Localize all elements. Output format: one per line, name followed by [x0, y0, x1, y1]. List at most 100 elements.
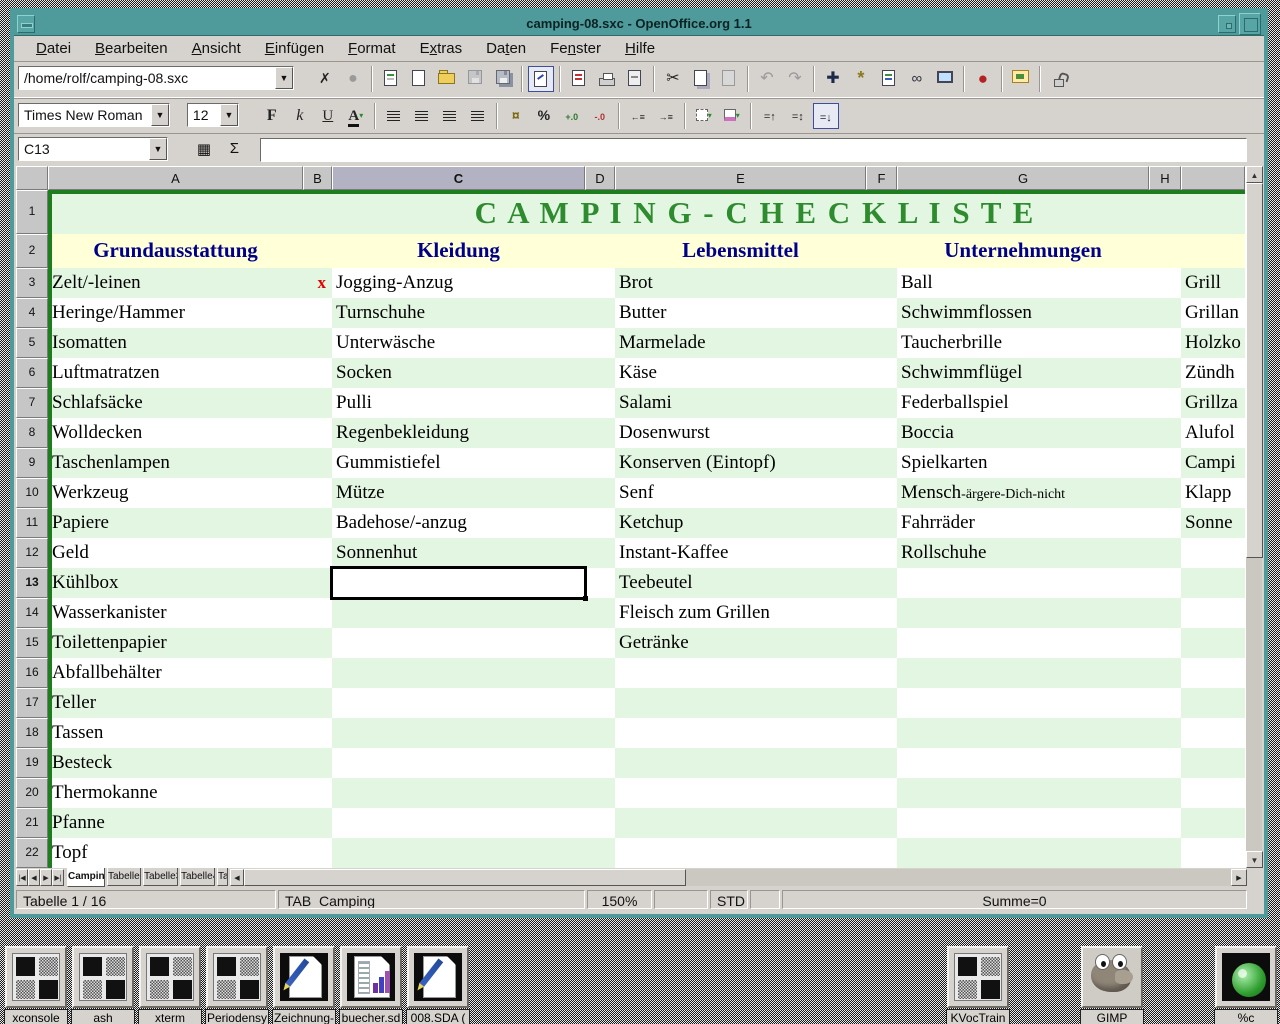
cell-I21[interactable]	[1181, 808, 1245, 838]
cell-F4[interactable]	[866, 298, 897, 328]
screen-icon[interactable]	[932, 66, 958, 92]
cell-H12[interactable]	[1149, 538, 1181, 568]
cell-G16[interactable]	[897, 658, 1149, 688]
border-icon[interactable]: ▾	[691, 103, 717, 129]
align-vcenter-icon[interactable]: =↕	[785, 103, 811, 129]
desktop-icon-xterm[interactable]: xterm	[138, 946, 202, 1024]
bold-icon[interactable]: F	[259, 103, 285, 129]
cell-E19[interactable]	[615, 748, 866, 778]
decrease-indent-icon[interactable]: ←≡	[625, 103, 651, 129]
icon-box[interactable]	[139, 946, 201, 1008]
cell-D22[interactable]	[585, 838, 615, 868]
column-header-D[interactable]: D	[585, 166, 615, 190]
cell-C4[interactable]: Turnschuhe	[332, 298, 585, 328]
cell-E21[interactable]	[615, 808, 866, 838]
cell-H5[interactable]	[1149, 328, 1181, 358]
save-icon[interactable]	[462, 66, 488, 92]
cell-C6[interactable]: Socken	[332, 358, 585, 388]
sheet-nav-last-icon[interactable]: ▶|	[52, 869, 64, 886]
cell-F18[interactable]	[866, 718, 897, 748]
row-header-16[interactable]: 16	[16, 658, 48, 688]
column-header-F[interactable]: F	[866, 166, 897, 190]
cell-I11[interactable]: Sonne	[1181, 508, 1245, 538]
menu-item-format[interactable]: Format	[336, 36, 408, 62]
row-header-15[interactable]: 15	[16, 628, 48, 658]
cell-I15[interactable]	[1181, 628, 1245, 658]
cell-E7[interactable]: Salami	[615, 388, 866, 418]
add-decimal-icon[interactable]: +.0	[559, 103, 585, 129]
row-header-6[interactable]: 6	[16, 358, 48, 388]
cell-G5[interactable]: Taucherbrille	[897, 328, 1149, 358]
cell-A13[interactable]: Kühlbox	[48, 568, 303, 598]
row-header-10[interactable]: 10	[16, 478, 48, 508]
save-all-icon[interactable]	[490, 66, 516, 92]
cell-G17[interactable]	[897, 688, 1149, 718]
cell-H7[interactable]	[1149, 388, 1181, 418]
cell-reference-dropdown-icon[interactable]: ▼	[149, 138, 167, 160]
cell-A14[interactable]: Wasserkanister	[48, 598, 303, 628]
column-header-H[interactable]: H	[1149, 166, 1181, 190]
cell-F10[interactable]	[866, 478, 897, 508]
maximize-button[interactable]	[1239, 13, 1261, 35]
menu-item-extras[interactable]: Extras	[408, 36, 475, 62]
cell-A4[interactable]: Heringe/Hammer	[48, 298, 303, 328]
cell-A3[interactable]: Zelt/-leinen	[48, 268, 303, 298]
align-center-icon[interactable]	[409, 103, 435, 129]
cell-H16[interactable]	[1149, 658, 1181, 688]
menu-item-hilfe[interactable]: Hilfe	[613, 36, 667, 62]
cell-A9[interactable]: Taschenlampen	[48, 448, 303, 478]
cell-C12[interactable]: Sonnenhut	[332, 538, 585, 568]
undo-icon[interactable]: ↶	[754, 66, 780, 92]
background-color-icon[interactable]: ▾	[719, 103, 745, 129]
cell-B17[interactable]	[303, 688, 332, 718]
cell-A20[interactable]: Thermokanne	[48, 778, 303, 808]
cell-E13[interactable]: Teebeutel	[615, 568, 866, 598]
row-header-1[interactable]: 1	[16, 190, 48, 234]
cell-H21[interactable]	[1149, 808, 1181, 838]
cell-E4[interactable]: Butter	[615, 298, 866, 328]
vertical-scrollbar[interactable]: ▲▼	[1245, 166, 1262, 868]
row-header-8[interactable]: 8	[16, 418, 48, 448]
cell-B15[interactable]	[303, 628, 332, 658]
cell-F15[interactable]	[866, 628, 897, 658]
cell-E14[interactable]: Fleisch zum Grillen	[615, 598, 866, 628]
cell-H10[interactable]	[1149, 478, 1181, 508]
cell-B7[interactable]	[303, 388, 332, 418]
cell-H15[interactable]	[1149, 628, 1181, 658]
cell-I18[interactable]	[1181, 718, 1245, 748]
icon-box[interactable]	[1215, 946, 1277, 1008]
desktop-icon-c[interactable]: %c	[1214, 946, 1278, 1024]
icon-box[interactable]	[407, 946, 469, 1008]
edit-file-icon[interactable]	[528, 66, 554, 92]
desktop-icon-gimp[interactable]: GIMP	[1080, 946, 1144, 1024]
select-all-corner[interactable]	[16, 166, 48, 190]
record-macro-icon[interactable]: ●	[970, 66, 996, 92]
cell-A22[interactable]: Topf	[48, 838, 303, 868]
font-size-combobox[interactable]: 12 ▼	[187, 103, 239, 127]
cell-H20[interactable]	[1149, 778, 1181, 808]
cell-C19[interactable]	[332, 748, 585, 778]
cell-D8[interactable]	[585, 418, 615, 448]
desktop-icon-kvoctrain[interactable]: KVocTrain	[946, 946, 1010, 1024]
cell-D13[interactable]	[585, 568, 615, 598]
cell-D21[interactable]	[585, 808, 615, 838]
cell-E12[interactable]: Instant-Kaffee	[615, 538, 866, 568]
cell-A18[interactable]: Tassen	[48, 718, 303, 748]
copy-icon[interactable]	[688, 66, 714, 92]
sheet-tab-tabelle4[interactable]: Tabelle4	[180, 868, 215, 886]
icon-box[interactable]	[947, 946, 1009, 1008]
cell-G10[interactable]: Mensch-ärgere-Dich-nicht	[897, 478, 1149, 508]
cell-D20[interactable]	[585, 778, 615, 808]
cell-A16[interactable]: Abfallbehälter	[48, 658, 303, 688]
cell-I7[interactable]: Grillza	[1181, 388, 1245, 418]
cell-F13[interactable]	[866, 568, 897, 598]
sheet-nav-next-icon[interactable]: ▶	[40, 869, 52, 886]
cell-I9[interactable]: Campi	[1181, 448, 1245, 478]
cell-F20[interactable]	[866, 778, 897, 808]
cell-D5[interactable]	[585, 328, 615, 358]
row-header-20[interactable]: 20	[16, 778, 48, 808]
cell-D12[interactable]	[585, 538, 615, 568]
cell-F7[interactable]	[866, 388, 897, 418]
cell-D19[interactable]	[585, 748, 615, 778]
cell-G19[interactable]	[897, 748, 1149, 778]
